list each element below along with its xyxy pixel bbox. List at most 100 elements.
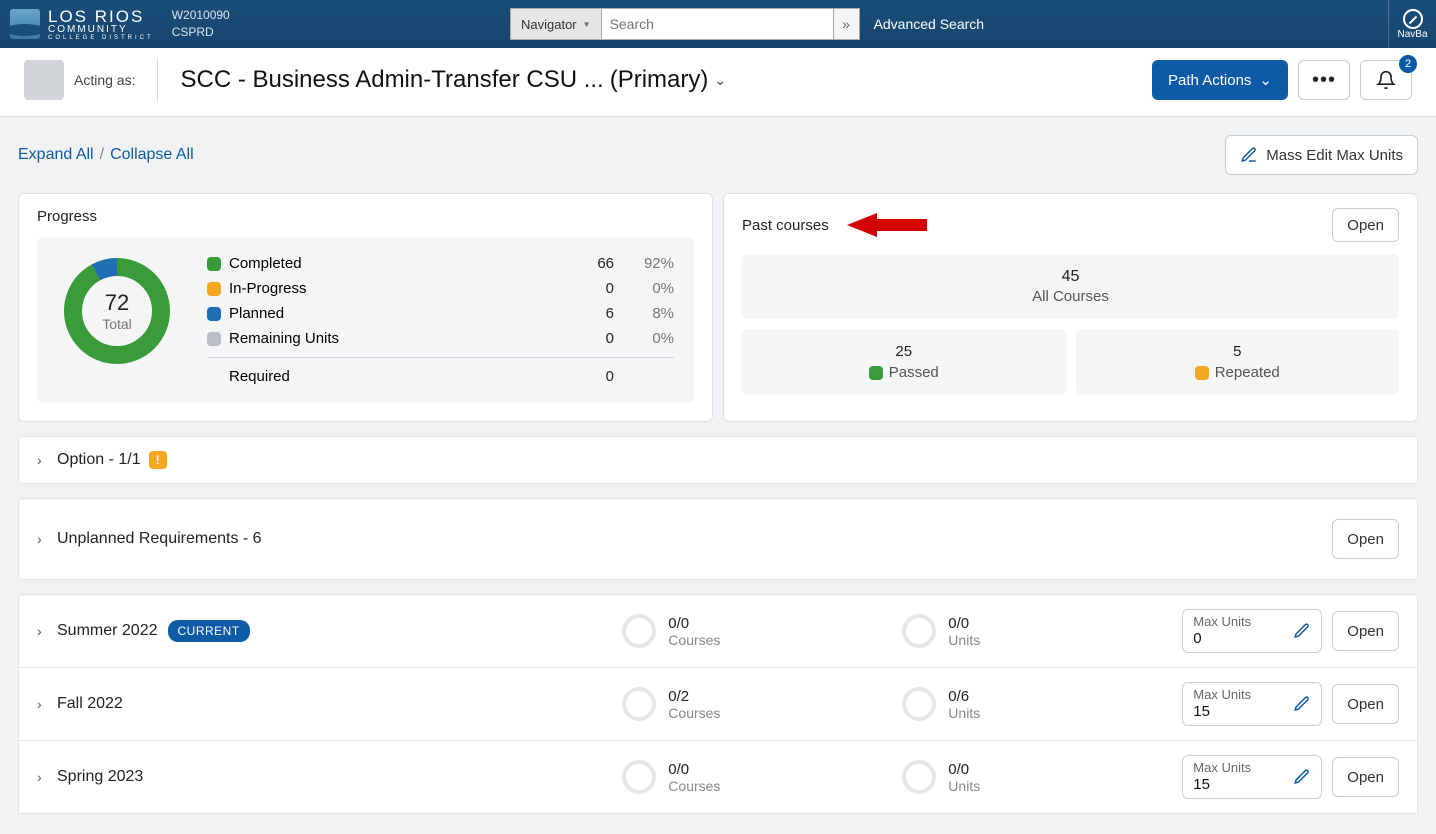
term-courses-metric: 0/0Courses xyxy=(622,614,902,648)
past-courses-card: Past courses Open 45 All Courses 25 Pass… xyxy=(723,193,1418,422)
progress-row-planned: Planned 6 8% xyxy=(207,301,674,326)
term-units-metric: 0/6Units xyxy=(902,687,1182,721)
warning-badge-icon: ! xyxy=(149,451,167,469)
section-option[interactable]: › Option - 1/1 ! xyxy=(18,436,1418,484)
past-courses-passed-tile[interactable]: 25 Passed xyxy=(742,329,1066,395)
past-courses-title: Past courses xyxy=(742,217,829,234)
avatar xyxy=(24,60,64,100)
pencil-icon xyxy=(1293,768,1311,786)
term-open-button[interactable]: Open xyxy=(1332,684,1399,724)
term-name: Spring 2023 xyxy=(57,768,143,786)
unplanned-open-button[interactable]: Open xyxy=(1332,519,1399,559)
term-courses-metric: 0/2Courses xyxy=(622,687,902,721)
progress-row-inprogress: In-Progress 0 0% xyxy=(207,276,674,301)
chevron-right-icon: › xyxy=(37,769,57,785)
logo-line3: COLLEGE DISTRICT xyxy=(48,35,154,41)
path-actions-label: Path Actions xyxy=(1168,72,1251,89)
term-open-button[interactable]: Open xyxy=(1332,611,1399,651)
notifications-button[interactable]: 2 xyxy=(1360,60,1412,100)
progress-row-required: Required 0 xyxy=(207,357,674,389)
section-unplanned[interactable]: › Unplanned Requirements - 6 Open xyxy=(18,498,1418,580)
navigator-label: Navigator xyxy=(521,17,577,32)
toolbar-row: Expand All / Collapse All Mass Edit Max … xyxy=(18,135,1418,175)
page-title-main: SCC - Business Admin-Transfer CSU ... xyxy=(180,66,603,94)
chevron-right-icon: › xyxy=(37,531,57,547)
global-topbar: LOS RIOS COMMUNITY COLLEGE DISTRICT W201… xyxy=(0,0,1436,48)
compass-icon xyxy=(1403,9,1423,29)
chevron-down-icon: ⌄ xyxy=(1259,71,1272,89)
term-row-spring-2023[interactable]: › Spring 2023 0/0Courses 0/0Units Max Un… xyxy=(18,741,1418,814)
section-option-title: Option - 1/1 xyxy=(57,451,141,469)
section-unplanned-title: Unplanned Requirements - 6 xyxy=(57,530,262,548)
pencil-icon xyxy=(1293,622,1311,640)
navbar-toggle-button[interactable]: NavBa xyxy=(1388,0,1436,48)
all-courses-label: All Courses xyxy=(756,288,1385,305)
past-courses-repeated-tile[interactable]: 5 Repeated xyxy=(1076,329,1400,395)
progress-circle-icon xyxy=(622,687,656,721)
progress-circle-icon xyxy=(622,760,656,794)
progress-circle-icon xyxy=(902,687,936,721)
legend-dot-icon xyxy=(1195,366,1209,380)
page-title-suffix: (Primary) xyxy=(610,66,709,94)
pencil-icon xyxy=(1293,695,1311,713)
past-courses-all-tile[interactable]: 45 All Courses xyxy=(742,254,1399,319)
progress-circle-icon xyxy=(902,614,936,648)
passed-count: 25 xyxy=(756,343,1052,360)
term-row-fall-2022[interactable]: › Fall 2022 0/2Courses 0/6Units Max Unit… xyxy=(18,668,1418,741)
term-units-metric: 0/0Units xyxy=(902,614,1182,648)
page-header: Acting as: SCC - Business Admin-Transfer… xyxy=(0,48,1436,117)
repeated-count: 5 xyxy=(1090,343,1386,360)
max-units-field[interactable]: Max Units15 xyxy=(1182,755,1322,799)
navbar-label: NavBa xyxy=(1397,29,1427,40)
legend-dot-icon xyxy=(207,307,221,321)
progress-circle-icon xyxy=(902,760,936,794)
collapse-all-link[interactable]: Collapse All xyxy=(110,146,194,164)
progress-donut-chart: 72 Total xyxy=(57,251,177,371)
chevron-down-icon: ⌄ xyxy=(714,72,726,89)
chevron-right-icon: › xyxy=(37,452,57,468)
chevron-right-icon: › xyxy=(37,696,57,712)
past-courses-open-button[interactable]: Open xyxy=(1332,208,1399,242)
callout-arrow-icon xyxy=(847,211,927,239)
separator: / xyxy=(100,146,104,164)
passed-label: Passed xyxy=(889,364,939,381)
chevron-right-icon: › xyxy=(37,623,57,639)
path-actions-button[interactable]: Path Actions ⌄ xyxy=(1152,60,1288,100)
page-title-dropdown[interactable]: SCC - Business Admin-Transfer CSU ... (P… xyxy=(180,66,726,94)
navigator-button[interactable]: Navigator ▼ xyxy=(510,8,602,40)
legend-dot-icon xyxy=(869,366,883,380)
progress-row-remaining: Remaining Units 0 0% xyxy=(207,326,674,351)
acting-as-label: Acting as: xyxy=(74,72,135,89)
progress-circle-icon xyxy=(622,614,656,648)
chevrons-right-icon: » xyxy=(842,16,850,32)
term-row-summer-2022[interactable]: › Summer 2022 CURRENT 0/0Courses 0/0Unit… xyxy=(18,594,1418,668)
progress-row-completed: Completed 66 92% xyxy=(207,251,674,276)
all-courses-count: 45 xyxy=(756,268,1385,286)
divider xyxy=(157,58,158,102)
global-search-input[interactable] xyxy=(602,8,834,40)
term-courses-metric: 0/0Courses xyxy=(622,760,902,794)
mass-edit-max-units-button[interactable]: Mass Edit Max Units xyxy=(1225,135,1418,175)
logo-line1: LOS RIOS xyxy=(48,8,154,25)
advanced-search-link[interactable]: Advanced Search xyxy=(874,16,985,32)
mass-edit-label: Mass Edit Max Units xyxy=(1266,147,1403,164)
progress-card-title: Progress xyxy=(37,208,694,225)
max-units-field[interactable]: Max Units15 xyxy=(1182,682,1322,726)
repeated-label: Repeated xyxy=(1215,364,1280,381)
caret-down-icon: ▼ xyxy=(583,20,591,29)
pencil-icon xyxy=(1240,146,1258,164)
term-open-button[interactable]: Open xyxy=(1332,757,1399,797)
logo-line2: COMMUNITY xyxy=(48,25,154,35)
donut-total-value: 72 xyxy=(102,290,132,316)
legend-dot-icon xyxy=(207,282,221,296)
max-units-field[interactable]: Max Units0 xyxy=(1182,609,1322,653)
more-actions-button[interactable]: ••• xyxy=(1298,60,1350,100)
env-db: CSPRD xyxy=(172,24,230,41)
term-units-metric: 0/0Units xyxy=(902,760,1182,794)
environment-info: W2010090 CSPRD xyxy=(172,7,230,41)
notification-badge: 2 xyxy=(1399,55,1417,73)
search-go-button[interactable]: » xyxy=(834,8,860,40)
current-badge: CURRENT xyxy=(168,620,250,642)
expand-all-link[interactable]: Expand All xyxy=(18,146,94,164)
progress-card: Progress 72 Total Compl xyxy=(18,193,713,422)
